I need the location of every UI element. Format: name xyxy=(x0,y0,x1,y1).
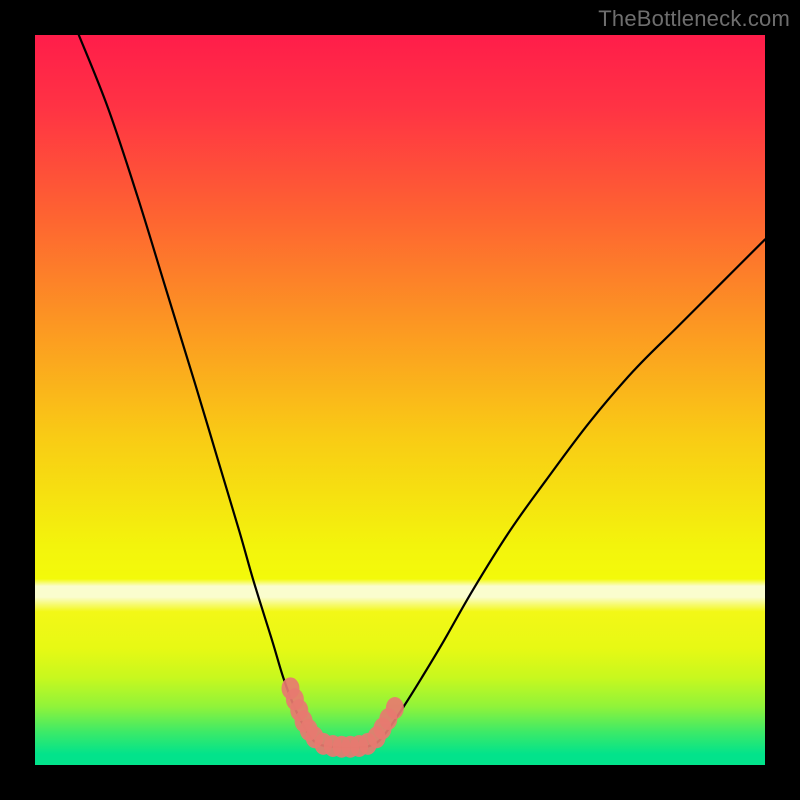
series-right-curve xyxy=(367,239,765,746)
plot-area xyxy=(35,35,765,765)
chart-svg xyxy=(35,35,765,765)
marker-right-wall xyxy=(386,697,404,719)
watermark-text: TheBottleneck.com xyxy=(598,6,790,32)
chart-frame: TheBottleneck.com xyxy=(0,0,800,800)
series-left-curve xyxy=(79,35,331,747)
